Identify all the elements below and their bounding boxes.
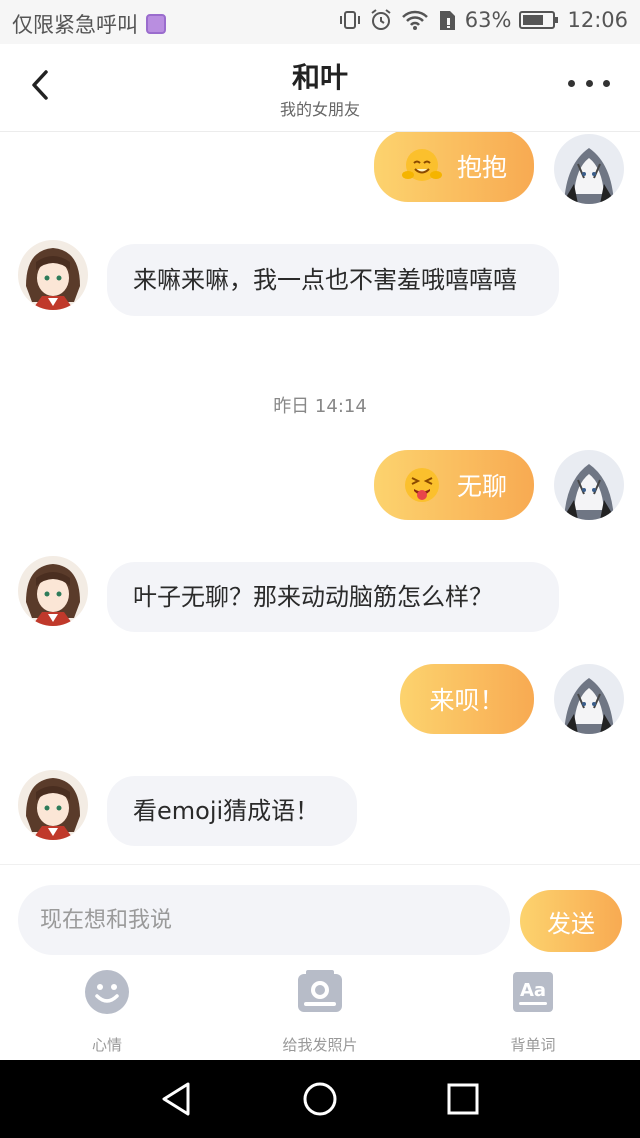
nav-home-icon[interactable] [301,1080,339,1118]
feature-toolbar: 心情 给我发照片 Aa 背单词 [0,960,640,1060]
mood-label: 心情 [91,1036,122,1054]
message-input[interactable] [18,885,510,955]
font-aa-icon: Aa [509,968,557,1016]
message-bubble-received[interactable]: 来嘛来嘛，我一点也不害羞哦嘻嘻嘻 [107,244,559,316]
my-avatar[interactable] [554,134,624,204]
message-text: 抱抱 [456,153,507,182]
send-photo-label: 给我发照片 [282,1036,358,1054]
battery-icon [519,10,559,30]
chat-header: 和叶 我的女朋友 [0,44,640,132]
partner-avatar[interactable] [18,240,88,310]
message-text: 看emoji猜成语！ [133,797,320,825]
my-avatar[interactable] [554,450,624,520]
mood-button[interactable]: 心情 [27,968,187,1055]
camera-icon [296,968,344,1016]
message-text: 来嘛来嘛，我一点也不害羞哦嘻嘻嘻 [133,266,517,294]
nav-recents-icon[interactable] [444,1080,482,1118]
clock-time: 12:06 [567,8,628,32]
message-bubble-sent[interactable]: 来呗！ [400,664,534,734]
more-options-icon[interactable] [568,80,610,90]
status-bar: 仅限紧急呼叫 63% 12:06 [0,0,640,44]
sim-icon [437,9,457,31]
chat-area[interactable]: 抱抱 来嘛来嘛，我一点也不害羞哦嘻嘻嘻 昨日 14:14 无聊 叶子无聊？那来动… [0,132,640,864]
tongue-out-emoji-icon [401,464,443,506]
alarm-icon [369,8,393,32]
vocabulary-label: 背单词 [510,1036,556,1054]
message-text: 无聊 [456,472,507,501]
message-timestamp: 昨日 14:14 [273,396,367,417]
partner-avatar[interactable] [18,556,88,626]
message-bubble-received[interactable]: 看emoji猜成语！ [107,776,357,846]
vibrate-icon [339,9,361,31]
gallery-notification-icon [146,14,166,34]
message-bubble-sent[interactable]: 无聊 [374,450,534,520]
contact-name: 和叶 [291,61,348,94]
svg-text:Aa: Aa [520,980,546,1001]
my-avatar[interactable] [554,664,624,734]
carrier-text: 仅限紧急呼叫 [12,13,138,37]
message-text: 叶子无聊？那来动动脑筋怎么样？ [133,583,493,611]
battery-percent: 63% [464,8,512,32]
hug-emoji-icon [401,145,443,187]
message-bubble-received[interactable]: 叶子无聊？那来动动脑筋怎么样？ [107,562,559,632]
send-photo-button[interactable]: 给我发照片 [240,968,400,1055]
contact-relation: 我的女朋友 [279,100,360,119]
partner-avatar[interactable] [18,770,88,840]
wifi-icon [401,9,429,31]
message-input-bar: 发送 [0,864,640,960]
message-bubble-sent[interactable]: 抱抱 [374,132,534,202]
vocabulary-button[interactable]: Aa 背单词 [453,968,613,1055]
send-button[interactable]: 发送 [520,890,622,952]
message-text: 来呗！ [429,686,505,715]
system-nav-bar [0,1060,640,1138]
smiley-icon [83,968,131,1016]
nav-back-icon[interactable] [158,1080,196,1118]
